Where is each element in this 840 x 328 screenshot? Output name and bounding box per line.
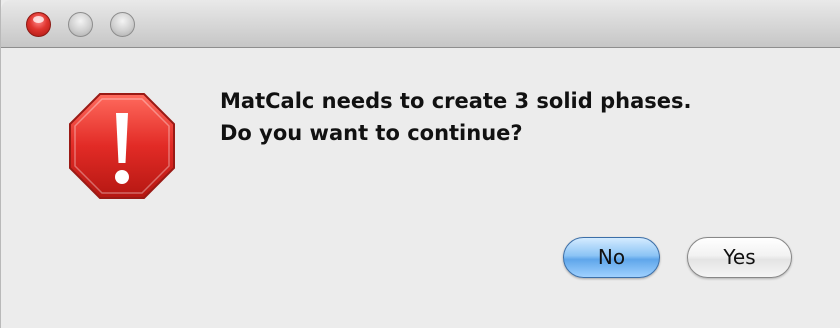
stop-sign-exclamation-icon [69, 93, 175, 199]
yes-button[interactable]: Yes [687, 237, 792, 278]
title-bar[interactable] [1, 0, 840, 48]
alert-message: MatCalc needs to create 3 solid phases. … [220, 85, 691, 149]
close-window-button[interactable] [26, 12, 51, 37]
alert-window: MatCalc needs to create 3 solid phases. … [0, 0, 840, 328]
zoom-window-button[interactable] [110, 12, 135, 37]
dialog-content: MatCalc needs to create 3 solid phases. … [1, 49, 840, 328]
minimize-window-button[interactable] [68, 12, 93, 37]
no-button[interactable]: No [563, 237, 660, 278]
message-line-2: Do you want to continue? [220, 121, 523, 145]
message-line-1: MatCalc needs to create 3 solid phases. [220, 89, 692, 113]
